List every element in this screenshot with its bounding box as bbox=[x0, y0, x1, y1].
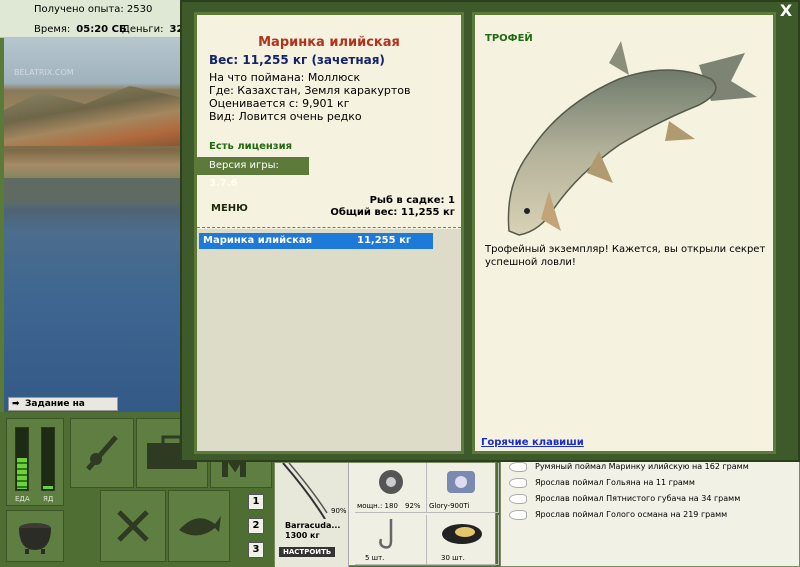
mussel-icon bbox=[442, 524, 482, 544]
close-button[interactable]: X bbox=[776, 2, 796, 22]
fish-image bbox=[507, 41, 757, 236]
bait-used: На что поймана: Моллюск bbox=[209, 71, 361, 84]
catch-feed: Румяный поймал Маринку илийскую на 162 г… bbox=[500, 452, 800, 567]
version-value: 3.7.6 bbox=[209, 178, 238, 189]
trophy-panel: ТРОФЕЙ Трофейный экземпляр! Кажется, вы … bbox=[472, 12, 776, 454]
tournament-task-button[interactable]: ➡ Задание на турнир bbox=[8, 397, 118, 421]
tackle-panel: 90% Barracuda... 1300 кг НАСТРОИТЬ мощн.… bbox=[274, 462, 499, 567]
keepnet-weight: Общий вес: 11,255 кг bbox=[330, 207, 455, 218]
fish-icon bbox=[509, 494, 527, 504]
food-button[interactable] bbox=[100, 490, 166, 562]
fish-name: Маринка илийская bbox=[258, 35, 400, 50]
time-label: Время: bbox=[34, 24, 71, 35]
catch-list-item[interactable]: Маринка илийская 11,255 кг bbox=[199, 233, 433, 249]
catch-location: Где: Казахстан, Земля каракуртов bbox=[209, 84, 411, 97]
keepnet-summary: Рыб в садке: 1 Общий вес: 11,255 кг bbox=[330, 195, 455, 219]
cauldron-icon bbox=[19, 523, 51, 554]
rod-name: Barracuda... bbox=[285, 521, 341, 530]
rod-durability: 90% bbox=[331, 507, 347, 515]
rod-icon bbox=[282, 463, 328, 519]
bait-slot[interactable]: 30 шт. bbox=[427, 515, 499, 565]
catch-item-weight: 11,255 кг bbox=[357, 235, 412, 246]
food-label: ЕДА bbox=[15, 495, 30, 503]
time-value: 05:20 СБ bbox=[76, 24, 127, 35]
feed-text: Ярослав поймал Гольяна на 11 грамм bbox=[535, 478, 695, 487]
feed-text: Ярослав поймал Пятнистого губача на 34 г… bbox=[535, 494, 741, 503]
keepnet-count: Рыб в садке: 1 bbox=[369, 195, 455, 206]
time-display: Время: 05:20 СБ bbox=[34, 24, 127, 35]
rod-slot[interactable]: 90% Barracuda... 1300 кг НАСТРОИТЬ bbox=[275, 463, 349, 567]
poison-meter bbox=[41, 427, 55, 491]
arrow-right-icon: ➡ bbox=[12, 399, 20, 409]
hooks-count: 5 шт. bbox=[365, 554, 385, 562]
line-slot[interactable]: Glory-900Ti bbox=[427, 463, 499, 513]
feed-line: Ярослав поймал Голого османа на 219 грам… bbox=[509, 507, 793, 523]
hooks-slot[interactable]: 5 шт. bbox=[355, 515, 427, 565]
fish-catch-button[interactable] bbox=[168, 490, 230, 562]
experience-text: Получено опыта: 2530 bbox=[34, 4, 153, 15]
catch-list: Маринка илийская 11,255 кг bbox=[197, 229, 461, 451]
fish-icon bbox=[179, 516, 221, 536]
fork-knife-icon bbox=[117, 510, 149, 542]
fish-info-panel: Маринка илийская Вес: 11,255 кг (зачетна… bbox=[194, 12, 464, 454]
feed-line: Ярослав поймал Гольяна на 11 грамм bbox=[509, 475, 793, 491]
reel-slot[interactable]: мощн.: 180 92% bbox=[355, 463, 427, 513]
reel-item-icon bbox=[379, 470, 403, 494]
far-shore bbox=[4, 178, 184, 202]
reel-durability: 92% bbox=[405, 502, 421, 510]
slot-3-button[interactable]: 3 bbox=[248, 542, 264, 558]
bait-count: 30 шт. bbox=[441, 554, 465, 562]
menu-button[interactable]: МЕНЮ bbox=[211, 203, 248, 214]
reel-power: мощн.: 180 bbox=[357, 502, 398, 510]
slot-1-button[interactable]: 1 bbox=[248, 494, 264, 510]
line-name: Glory-900Ti bbox=[429, 502, 470, 510]
hotkeys-link[interactable]: Горячие клавиши bbox=[481, 437, 584, 448]
poison-label: ЯД bbox=[43, 495, 54, 503]
rod-max-weight: 1300 кг bbox=[285, 531, 320, 540]
license-status: Есть лицензия bbox=[209, 141, 293, 152]
fishing-line-icon bbox=[447, 471, 475, 493]
configure-button[interactable]: НАСТРОИТЬ bbox=[279, 547, 336, 557]
hook-icon bbox=[379, 519, 393, 549]
valued-from: Оценивается с: 9,901 кг bbox=[209, 97, 350, 110]
meters-panel: ЕДА ЯД bbox=[6, 418, 64, 506]
fish-icon bbox=[509, 510, 527, 520]
game-version: Версия игры: 3.7.6 bbox=[197, 157, 309, 189]
food-meter bbox=[15, 427, 29, 491]
catch-item-name: Маринка илийская bbox=[203, 235, 313, 246]
watermark: BELATRIX.COM bbox=[14, 68, 74, 77]
fish-icon bbox=[509, 462, 527, 472]
fish-weight: Вес: 11,255 кг (зачетная) bbox=[209, 53, 385, 67]
fish-icon bbox=[509, 478, 527, 488]
cooking-pot-button[interactable] bbox=[6, 510, 64, 562]
fishing-scene[interactable]: BELATRIX.COM bbox=[4, 38, 184, 412]
food-meter-fill bbox=[17, 458, 27, 489]
feed-line: Ярослав поймал Пятнистого губача на 34 г… bbox=[509, 491, 793, 507]
money-label: Деньги: bbox=[122, 24, 164, 35]
rarity: Вид: Ловится очень редко bbox=[209, 110, 362, 123]
trophy-text: Трофейный экземпляр! Кажется, вы открыли… bbox=[485, 244, 766, 268]
version-label: Версия игры: bbox=[209, 160, 279, 171]
fish-details: На что поймана: Моллюск Где: Казахстан, … bbox=[209, 71, 410, 123]
reel-icon bbox=[86, 435, 118, 471]
mountains bbox=[4, 86, 184, 146]
poison-meter-fill bbox=[43, 485, 53, 489]
divider bbox=[197, 227, 461, 228]
feed-text: Ярослав поймал Голого османа на 219 грам… bbox=[535, 510, 728, 519]
slot-2-button[interactable]: 2 bbox=[248, 518, 264, 534]
rod-reel-tool-button[interactable] bbox=[70, 418, 134, 488]
